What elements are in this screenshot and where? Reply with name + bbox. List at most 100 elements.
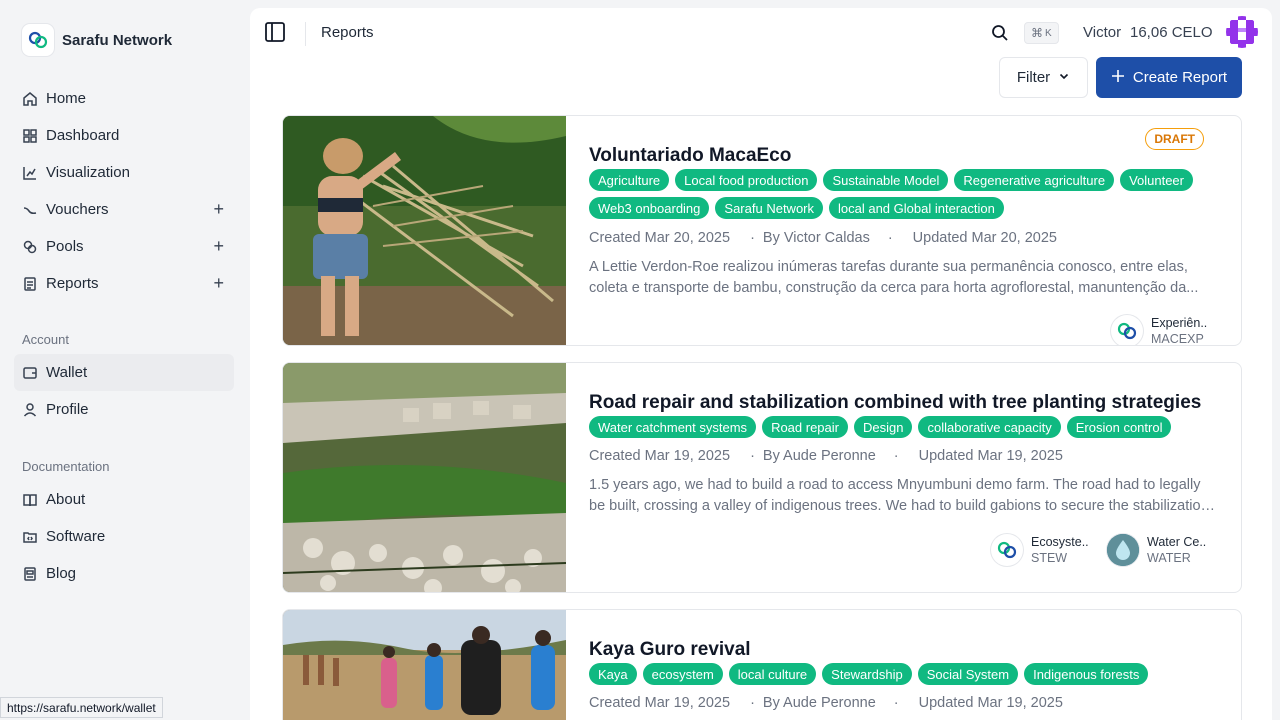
- voucher-chip[interactable]: Ecosyste.. STEW: [991, 534, 1089, 566]
- topbar: Reports ⌘ K Victor 16,06 CELO: [250, 8, 1272, 58]
- home-icon: [22, 91, 38, 107]
- report-title[interactable]: Road repair and stabilization combined w…: [589, 392, 1201, 414]
- report-meta: Created Mar 19, 2025 · By Aude Peronne ·…: [589, 448, 1063, 464]
- wallet-icon: [22, 365, 38, 381]
- add-voucher-icon[interactable]: +: [213, 200, 224, 218]
- created-date: Created Mar 19, 2025: [589, 448, 731, 464]
- updated-date: Updated Mar 19, 2025: [918, 695, 1063, 711]
- tag[interactable]: Volunteer: [1120, 169, 1193, 191]
- tag[interactable]: Erosion control: [1066, 416, 1172, 438]
- voucher-chip[interactable]: Experiên.. MACEXP: [1111, 315, 1207, 346]
- nav-label: Profile: [46, 401, 89, 418]
- updated-date: Updated Mar 19, 2025: [918, 448, 1063, 464]
- main-nav: Home Dashboard Visualization Vouchers + …: [14, 80, 234, 302]
- tag[interactable]: Web3 onboarding: [589, 197, 710, 219]
- nav-item-vouchers[interactable]: Vouchers +: [14, 191, 234, 228]
- account-nav: Wallet Profile: [14, 354, 234, 428]
- book-icon: [22, 492, 38, 508]
- tag[interactable]: Sarafu Network: [715, 197, 823, 219]
- report-card[interactable]: DRAFT Voluntariado MacaEco Agriculture L…: [282, 115, 1242, 346]
- user-name[interactable]: Victor: [1083, 24, 1121, 41]
- author: By Victor Caldas: [762, 230, 870, 246]
- tag[interactable]: Agriculture: [589, 169, 670, 191]
- tag-list: Kaya ecosystem local culture Stewardship…: [589, 663, 1209, 685]
- report-card[interactable]: Road repair and stabilization combined w…: [282, 362, 1242, 593]
- nav-item-visualization[interactable]: Visualization: [14, 154, 234, 191]
- add-report-icon[interactable]: +: [213, 274, 224, 292]
- report-card[interactable]: Kaya Guro revival Kaya ecosystem local c…: [282, 609, 1242, 720]
- water-drop-icon: [1107, 534, 1139, 566]
- voucher-symbol: STEW: [1031, 551, 1068, 565]
- nav-item-pools[interactable]: Pools +: [14, 228, 234, 265]
- k-key: K: [1045, 27, 1052, 39]
- tag[interactable]: Water catchment systems: [589, 416, 757, 438]
- search-shortcut[interactable]: ⌘ K: [1024, 22, 1059, 44]
- voucher-icon: [22, 202, 38, 218]
- updated-date: Updated Mar 20, 2025: [912, 230, 1057, 246]
- search-icon[interactable]: [991, 24, 1009, 42]
- nav-label: Home: [46, 90, 87, 107]
- separator: ·: [750, 448, 755, 464]
- tag[interactable]: Design: [854, 416, 913, 438]
- nav-label: Visualization: [46, 164, 130, 181]
- report-image[interactable]: [283, 610, 566, 720]
- tag[interactable]: Kaya: [589, 663, 637, 685]
- tag[interactable]: Local food production: [675, 169, 818, 191]
- tag[interactable]: Indigenous forests: [1024, 663, 1149, 685]
- separator: ·: [893, 448, 899, 464]
- tag[interactable]: Road repair: [762, 416, 848, 438]
- nav-label: Reports: [46, 275, 99, 292]
- author: By Aude Peronne: [762, 448, 876, 464]
- nav-label: Blog: [46, 565, 77, 582]
- report-title[interactable]: Voluntariado MacaEco: [589, 145, 791, 167]
- voucher-chip[interactable]: Water Ce.. WATER: [1107, 534, 1206, 566]
- tag-list: Agriculture Local food production Sustai…: [589, 169, 1209, 219]
- tag[interactable]: collaborative capacity: [918, 416, 1061, 438]
- voucher-text: Ecosyste.. STEW: [1031, 534, 1089, 566]
- chart-icon: [22, 165, 38, 181]
- separator: ·: [750, 230, 755, 246]
- voucher-symbol: MACEXP: [1151, 332, 1204, 346]
- tag[interactable]: Regenerative agriculture: [954, 169, 1115, 191]
- nav-item-blog[interactable]: Blog: [14, 555, 234, 592]
- tag[interactable]: local and Global interaction: [829, 197, 1004, 219]
- brand[interactable]: Sarafu Network: [22, 24, 172, 56]
- section-label-documentation: Documentation: [22, 459, 110, 474]
- breadcrumb[interactable]: Reports: [321, 24, 374, 41]
- nav-item-wallet[interactable]: Wallet: [14, 354, 234, 391]
- tag[interactable]: Social System: [917, 663, 1019, 685]
- tag[interactable]: local culture: [728, 663, 817, 685]
- plus-icon: [1111, 69, 1125, 87]
- report-image[interactable]: [283, 363, 567, 592]
- nav-item-about[interactable]: About: [14, 481, 234, 518]
- nav-item-reports[interactable]: Reports +: [14, 265, 234, 302]
- dashboard-icon: [22, 128, 38, 144]
- create-report-button[interactable]: Create Report: [1096, 57, 1242, 98]
- nav-label: Software: [46, 528, 106, 545]
- section-label-account: Account: [22, 332, 69, 347]
- sarafu-logo-icon: [22, 24, 54, 56]
- nav-item-profile[interactable]: Profile: [14, 391, 234, 428]
- report-meta: Created Mar 20, 2025 · By Victor Caldas …: [589, 230, 1057, 246]
- nav-item-home[interactable]: Home: [14, 80, 234, 117]
- folder-code-icon: [22, 529, 38, 545]
- voucher-name: Water Ce..: [1147, 535, 1207, 549]
- nav-item-dashboard[interactable]: Dashboard: [14, 117, 234, 154]
- report-title[interactable]: Kaya Guro revival: [589, 639, 751, 661]
- tag[interactable]: ecosystem: [642, 663, 723, 685]
- main-content: Reports ⌘ K Victor 16,06 CELO Filter Cre…: [250, 8, 1272, 720]
- add-pool-icon[interactable]: +: [213, 237, 224, 255]
- brand-name: Sarafu Network: [62, 31, 173, 49]
- tag[interactable]: Stewardship: [822, 663, 912, 685]
- tag[interactable]: Sustainable Model: [823, 169, 949, 191]
- nav-item-software[interactable]: Software: [14, 518, 234, 555]
- pools-icon: [22, 239, 38, 255]
- sidebar-toggle-icon[interactable]: [264, 21, 286, 43]
- filter-button[interactable]: Filter: [999, 57, 1088, 98]
- author: By Aude Peronne: [762, 695, 876, 711]
- report-image[interactable]: [283, 116, 566, 345]
- filter-label: Filter: [1016, 69, 1051, 86]
- avatar[interactable]: [1226, 16, 1258, 48]
- wallet-balance[interactable]: 16,06 CELO: [1130, 24, 1213, 41]
- status-bar-url: https://sarafu.network/wallet: [0, 697, 163, 718]
